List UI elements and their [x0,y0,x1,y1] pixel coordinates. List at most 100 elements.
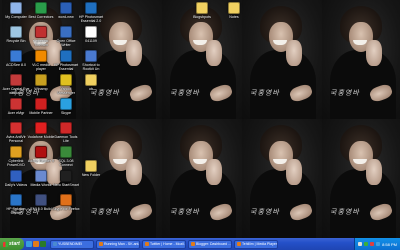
desktop-icon[interactable]: Shortcut to Rootkit Un [77,50,105,71]
powerdvd-icon [10,146,22,158]
taskbar-button[interactable]: Tehillim | Media Player [234,239,278,249]
desktop-icon-label: HP Solution Center [6,207,26,215]
shortcut-icon [85,50,97,62]
desktop-icon-label: Notes [229,15,239,19]
vodafone-icon [35,122,47,134]
desktop-icon[interactable]: Open Office Writer [52,26,80,47]
desktop-icon-label: Acer Crystal Eye webcam [2,87,30,95]
desktop-icon[interactable]: New Folder [77,160,105,177]
quick-launch-icon[interactable] [33,241,39,247]
tray-icon[interactable] [370,242,375,246]
hp-icon [10,194,22,206]
desktop-icon[interactable]: Adobe Reader 9 [27,146,55,163]
desktop-icon-label: Mobile Partner [29,111,53,115]
youcam-icon [35,26,47,38]
quick-launch-icon[interactable] [40,241,46,247]
video-icon [10,170,22,182]
desktop-icon[interactable]: HP Photosmart Essential [52,50,80,71]
desktop-icon-label: Recycle Bin [6,39,26,43]
desktop-icon-label: Cyberlink PowerDVD [7,159,25,167]
acdsee-icon [10,50,22,62]
desktop-icon-label: Skype for Firefox [52,207,80,211]
app-icon [35,2,47,14]
wallpaper-signature: 국홍영바 [330,89,360,97]
desktop-icon[interactable]: Best Correctors [27,2,55,19]
taskbar-tasks: YUSBENDIMEI Running Man - SK.ant... Twitte… [48,239,354,249]
desktop-icon[interactable]: Media Works [27,170,55,187]
desktop-icon[interactable]: Winamp [27,74,55,91]
tray-icon[interactable] [358,242,363,246]
taskbar-button[interactable]: Twitter | Home - Mozil... [142,239,186,249]
wallpaper-signature: 국홍영바 [250,208,280,216]
taskbar-button[interactable]: Running Man - SK.ant... [96,239,140,249]
desktop-icon[interactable]: Acer Crystal Eye webcam [2,74,30,95]
desktop-icon[interactable]: SQL 3.08 Connect [52,146,80,167]
mobile-icon [35,98,47,110]
quick-launch-icon[interactable] [26,241,32,247]
desktop-icon[interactable]: Vodafone Mobile [27,122,55,139]
desktop-icon[interactable]: Skype for Firefox [52,194,80,211]
tray-icon[interactable] [376,242,381,246]
desktop-icon-label: Daemon Tools Lite [54,135,78,143]
desktop-icon[interactable]: Cyberlink PowerDVD [2,146,30,167]
start-button[interactable]: start [0,238,24,250]
desktop-icon[interactable]: Acer eMgr [2,98,30,115]
desktop-icon[interactable]: Nero StartSmart [52,170,80,187]
desktop-icon-label: Skype [61,111,71,115]
wallpaper-signature: 국홍영바 [250,89,280,97]
desktop-icon[interactable]: HP Solution Center [2,194,30,215]
desktop-icon-label: 041109 [85,39,97,43]
taskbar-button-label: YUSBENDIMEI [58,242,83,246]
desktop-icon[interactable]: ob [77,74,105,91]
desktop-icon[interactable]: EMI 5.0 Build [27,194,55,211]
desktop-icon[interactable]: Yahoo! Messenger [52,74,80,95]
desktop-icon[interactable]: Notes [220,2,248,19]
taskbar-button-label: Running Man - SK.ant... [104,242,140,246]
desktop-icon-label: HP Photosmart Essential 2.0 [78,15,104,23]
desktop-icon[interactable]: Daily's Videos [2,170,30,187]
app-icon [35,194,47,206]
writer-icon [60,26,72,38]
desktop-icon-label: Nero StartSmart [53,183,79,187]
wallpaper-signature: 국홍영바 [170,89,200,97]
skype-icon [60,98,72,110]
desktop-icon[interactable]: Mobile Partner [27,98,55,115]
desktop-icon-label: Adobe Reader 9 [27,159,55,163]
wallpaper-tile: 국홍영바 [322,0,400,119]
desktop-icon[interactable]: Daemon Tools Lite [52,122,80,143]
desktop-icon[interactable]: Avira AntiVir Personal [2,122,30,143]
desktop-icon[interactable]: My Computer [2,2,30,19]
desktop-icon-label: Open Office Writer [56,39,76,47]
desktop-icon[interactable]: Skype [52,98,80,115]
acer-icon [10,98,22,110]
quick-launch [24,241,48,247]
desktop-icon-label: ACDSee 8.0 [6,63,26,67]
wallpaper-signature: 국홍영바 [330,208,360,216]
taskbar-button-label: Blogger: Dashboard ... [196,242,232,246]
vlc-icon [35,50,47,62]
pdf-icon [35,146,47,158]
desktop-icon[interactable]: VLC media player [27,50,55,71]
app-icon [99,242,103,246]
taskbar-button[interactable]: Blogger: Dashboard ... [188,239,232,249]
tray-icon[interactable] [364,242,369,246]
desktop-icon[interactable]: Recycle Bin [2,26,30,43]
desktop-icon[interactable]: Blogsbpots [188,2,216,19]
recycle-bin-icon [10,26,22,38]
desktop-icon[interactable]: word-new [52,2,80,19]
clock[interactable]: 8:58 PM [382,242,397,247]
wallpaper-tile: 국홍영바 [162,119,242,238]
app-icon [145,242,149,246]
desktop-icon[interactable]: Cyberlink YouCam [27,26,55,47]
desktop-icon[interactable]: ACDSee 8.0 [2,50,30,67]
app-icon [191,242,195,246]
system-tray: 8:58 PM [354,238,400,250]
file-icon [85,26,97,38]
desktop-icon[interactable]: 041109 [77,26,105,43]
folder-icon [228,2,240,14]
taskbar-button[interactable]: YUSBENDIMEI [50,239,94,249]
desktop-icon[interactable]: HP Photosmart Essential 2.0 [77,2,105,23]
app-icon [237,242,241,246]
yahoo-icon [60,74,72,86]
desktop-icon-label: Avira AntiVir Personal [6,135,26,143]
